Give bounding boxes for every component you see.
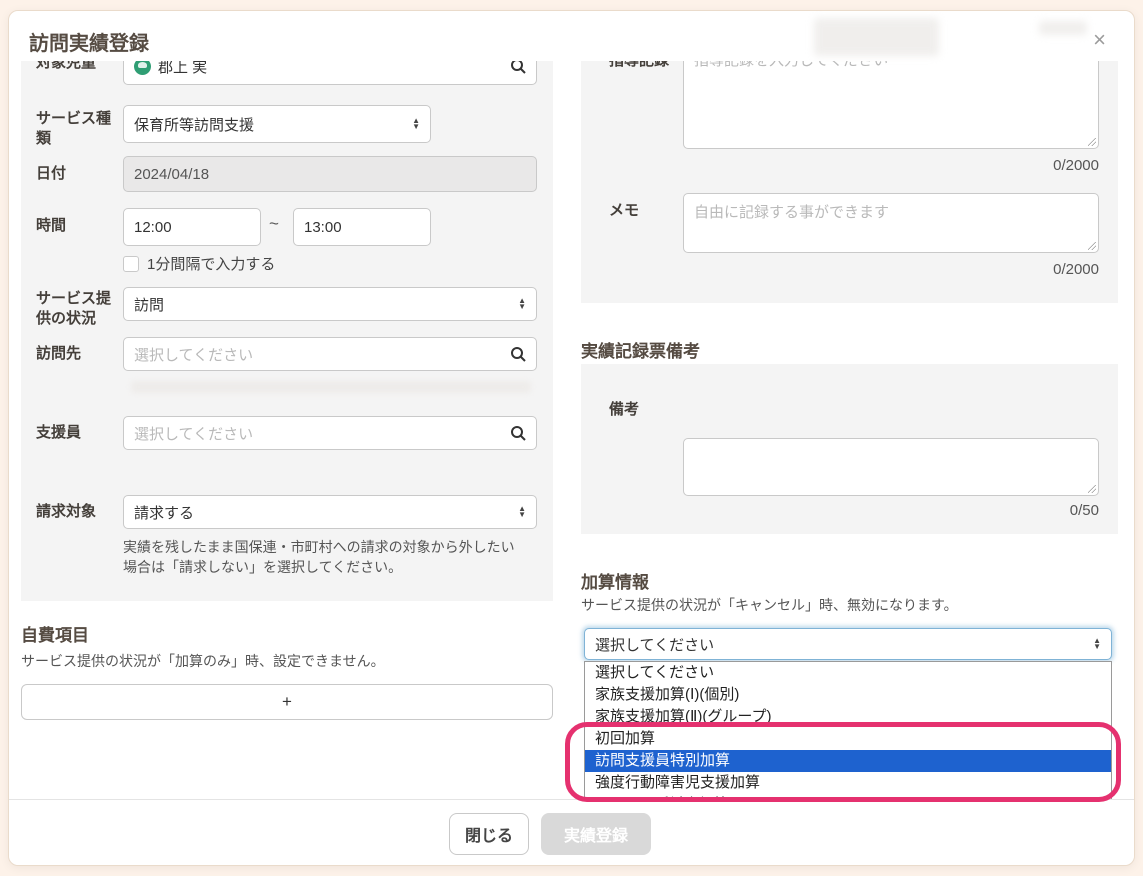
close-button[interactable]: 閉じる: [449, 813, 529, 855]
addition-selected-value: 選択してください: [595, 634, 714, 655]
visit-destination-input[interactable]: 選択してください: [123, 337, 537, 371]
time-label: 時間: [36, 216, 122, 236]
child-avatar: [134, 61, 151, 75]
visit-destination-placeholder: 選択してください: [134, 344, 253, 365]
service-type-select[interactable]: 保育所等訪問支援 ▲▼: [123, 105, 431, 143]
select-arrows-icon: ▲▼: [518, 506, 526, 518]
memo-label: メモ: [609, 201, 689, 221]
modal-body: 対象児童 郡上 実 サービス種類 保育所等訪問支援 ▲▼ 日付 2024/04/…: [9, 61, 1134, 799]
addition-select[interactable]: 選択してください ▲▼: [584, 628, 1112, 660]
close-icon[interactable]: ×: [1093, 29, 1106, 51]
visit-destination-label: 訪問先: [36, 344, 122, 364]
search-icon: [510, 346, 526, 362]
left-form-panel: 対象児童 郡上 実 サービス種類 保育所等訪問支援 ▲▼ 日付 2024/04/…: [21, 61, 553, 601]
note-counter: 0/50: [899, 502, 1099, 519]
time-end-input[interactable]: 13:00: [293, 208, 431, 246]
addition-option[interactable]: 初回加算: [585, 728, 1111, 750]
self-pay-heading: 自費項目: [21, 621, 89, 646]
addition-option[interactable]: 家族支援加算(Ⅱ)(グループ): [585, 706, 1111, 728]
redacted-text: [1039, 21, 1087, 35]
right-notes-panel: 指導記録 0/2000 メモ 0/2000: [581, 61, 1118, 303]
staff-input[interactable]: 選択してください: [123, 416, 537, 450]
billing-help-line2: 場合は「請求しない」を選択してください。: [123, 557, 543, 577]
addition-option[interactable]: 選択してください: [585, 662, 1111, 684]
record-sheet-note-heading: 実績記録票備考: [581, 337, 700, 362]
memo-counter: 0/2000: [899, 261, 1099, 278]
modal-header: 訪問実績登録 ×: [9, 11, 1134, 61]
time-start-value: 12:00: [134, 219, 172, 236]
modal-title: 訪問実績登録: [29, 27, 149, 56]
add-self-pay-button[interactable]: +: [21, 684, 553, 720]
guidance-record-label: 指導記録: [609, 61, 689, 71]
select-arrows-icon: ▲▼: [412, 118, 420, 130]
service-type-label: サービス種類: [36, 109, 122, 148]
guidance-record-textarea[interactable]: [683, 61, 1099, 149]
billing-help: 実績を残したまま国保連・市町村への請求の対象から外したい 場合は「請求しない」を…: [123, 537, 543, 578]
addition-heading: 加算情報: [581, 568, 649, 593]
time-start-input[interactable]: 12:00: [123, 208, 261, 246]
addition-option[interactable]: 訪問支援員特別加算: [585, 750, 1111, 772]
time-separator: ~: [269, 214, 279, 234]
select-arrows-icon: ▲▼: [518, 298, 526, 310]
search-icon: [510, 61, 526, 74]
guidance-record-counter: 0/2000: [899, 157, 1099, 174]
addition-options: 選択してください家族支援加算(Ⅰ)(個別)家族支援加算(Ⅱ)(グループ)初回加算…: [584, 661, 1112, 799]
date-label: 日付: [36, 164, 122, 184]
addition-option[interactable]: 家族支援加算(Ⅰ)(個別): [585, 684, 1111, 706]
resize-handle-icon[interactable]: [1087, 241, 1097, 251]
date-value: 2024/04/18: [134, 166, 209, 183]
date-input: 2024/04/18: [123, 156, 537, 192]
target-child-value: 郡上 実: [158, 61, 207, 77]
time-end-value: 13:00: [304, 219, 342, 236]
redacted-text: [131, 381, 531, 393]
resize-handle-icon[interactable]: [1087, 484, 1097, 494]
submit-button[interactable]: 実績登録: [541, 813, 651, 855]
minute-interval-checkbox[interactable]: [123, 256, 139, 272]
modal-footer: 閉じる 実績登録: [9, 799, 1134, 865]
service-status-label: サービス提供の状況: [36, 289, 122, 328]
service-type-value: 保育所等訪問支援: [134, 114, 254, 135]
plus-icon: +: [282, 692, 292, 712]
redacted-text: [814, 18, 939, 56]
self-pay-description: サービス提供の状況が「加算のみ」時、設定できません。: [21, 651, 385, 671]
visit-record-modal: 訪問実績登録 × 対象児童 郡上 実 サービス種類 保育所等訪問支援 ▲▼ 日付: [8, 10, 1135, 866]
target-child-label: 対象児童: [36, 61, 122, 73]
service-status-value: 訪問: [134, 294, 164, 315]
billing-value: 請求する: [134, 502, 194, 523]
staff-placeholder: 選択してください: [134, 423, 253, 444]
select-arrows-icon: ▲▼: [1093, 638, 1101, 650]
billing-label: 請求対象: [36, 502, 122, 522]
memo-textarea[interactable]: [683, 193, 1099, 253]
billing-help-line1: 実績を残したまま国保連・市町村への請求の対象から外したい: [123, 537, 543, 557]
addition-option[interactable]: 強度行動障害児支援加算: [585, 772, 1111, 794]
note-textarea[interactable]: [683, 438, 1099, 496]
billing-select[interactable]: 請求する ▲▼: [123, 495, 537, 529]
target-child-input[interactable]: 郡上 実: [123, 61, 537, 85]
minute-interval-row: 1分間隔で入力する: [123, 253, 275, 274]
search-icon: [510, 425, 526, 441]
service-status-select[interactable]: 訪問 ▲▼: [123, 287, 537, 321]
minute-interval-label: 1分間隔で入力する: [147, 256, 275, 273]
addition-option[interactable]: ケアニーズ対応加算: [585, 794, 1111, 799]
resize-handle-icon[interactable]: [1087, 137, 1097, 147]
record-note-panel: 備考 0/50: [581, 364, 1118, 534]
note-label: 備考: [609, 400, 689, 420]
staff-label: 支援員: [36, 423, 122, 443]
addition-description: サービス提供の状況が「キャンセル」時、無効になります。: [581, 595, 958, 615]
